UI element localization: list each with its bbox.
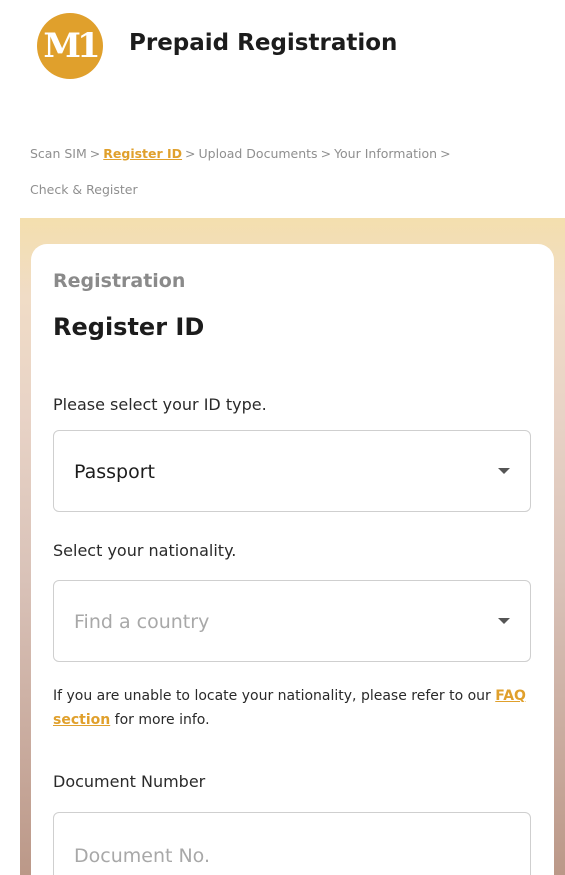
help-text-suffix: for more info. [114,712,210,728]
nationality-select[interactable]: Find a country [53,580,531,662]
breadcrumb: Scan SIM > Register ID > Upload Documents > Yo… [30,136,530,208]
breadcrumb-separator: > [89,146,101,161]
breadcrumb-step-upload-documents[interactable]: Upload Documents [199,146,318,161]
logo-text: M1 [43,26,100,66]
app-header: M1 Prepaid Registration [0,0,565,95]
nationality-placeholder: Find a country [74,611,210,633]
document-number-input[interactable]: Document No. [53,812,531,875]
page-title: Prepaid Registration [129,30,398,56]
breadcrumb-separator: > [320,146,332,161]
breadcrumb-step-register-id[interactable]: Register ID [103,146,182,161]
nationality-help-text: If you are unable to locate your nationa… [53,684,533,732]
help-text-prefix: If you are unable to locate your nationa… [53,688,491,704]
id-type-label: Please select your ID type. [53,395,267,414]
card-subtitle: Registration [53,270,186,292]
registration-card: Registration Register ID Please select y… [31,244,554,875]
card-title: Register ID [53,313,205,341]
document-number-label: Document Number [53,772,206,791]
breadcrumb-separator: > [185,146,196,161]
m1-logo[interactable]: M1 [37,13,103,79]
breadcrumb-step-scan-sim[interactable]: Scan SIM [30,146,87,161]
breadcrumb-step-check-register[interactable]: Check & Register [30,182,138,197]
breadcrumb-step-your-information[interactable]: Your Information [334,146,437,161]
breadcrumb-separator: > [440,146,451,161]
id-type-value: Passport [74,461,155,483]
dropdown-caret-icon [498,618,510,624]
nationality-label: Select your nationality. [53,541,237,560]
id-type-select[interactable]: Passport [53,430,531,512]
dropdown-caret-icon [498,468,510,474]
document-number-placeholder: Document No. [74,845,211,867]
